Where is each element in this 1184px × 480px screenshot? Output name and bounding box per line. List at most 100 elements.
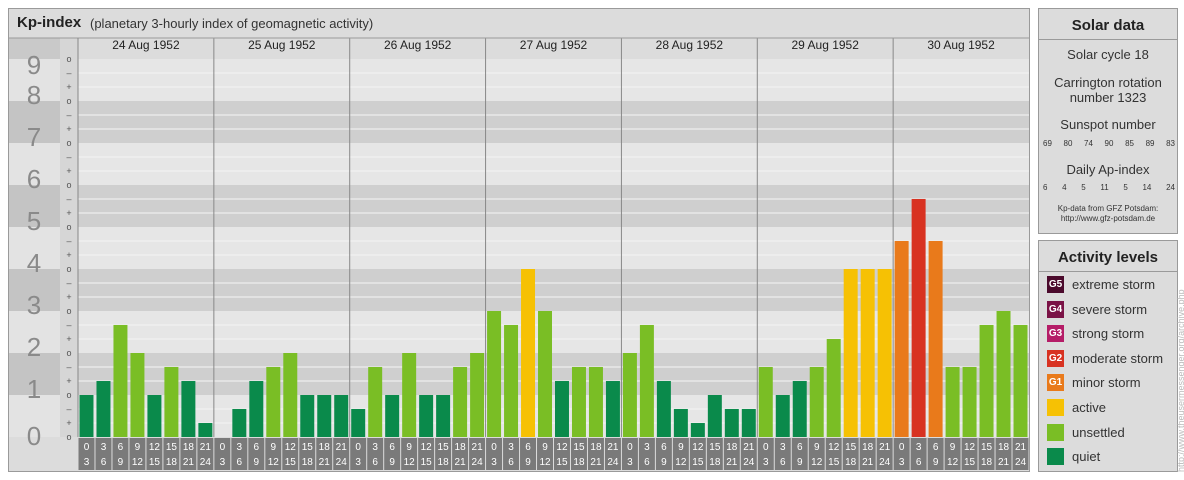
interval-start: 18 (726, 442, 738, 453)
interval-start: 12 (421, 442, 433, 453)
interval-start: 3 (101, 442, 107, 453)
kp-bar (979, 324, 994, 437)
kp-minor-label: + (66, 250, 71, 260)
interval-end: 18 (166, 457, 178, 468)
interval-end: 21 (998, 457, 1010, 468)
interval-start: 0 (763, 442, 769, 453)
kp-minor-label: – (66, 320, 71, 330)
level-unsettled: unsettled (1047, 423, 1125, 442)
interval-end: 12 (268, 457, 280, 468)
kp-bar (622, 353, 637, 437)
interval-start: 0 (899, 442, 905, 453)
interval-end: 6 (780, 457, 786, 468)
interval-end: 21 (319, 457, 331, 468)
interval-end: 24 (1015, 457, 1027, 468)
kp-bar (317, 395, 332, 437)
interval-start: 18 (998, 442, 1010, 453)
kp-bar (419, 395, 434, 437)
kp-bar (639, 324, 654, 437)
interval-start: 12 (964, 442, 976, 453)
kp-bar (962, 366, 977, 437)
level-swatch: G4 (1047, 300, 1064, 318)
kp-bar (911, 198, 926, 437)
interval-end: 15 (828, 457, 840, 468)
interval-end: 18 (709, 457, 721, 468)
level-label: minor storm (1072, 375, 1141, 391)
carrington-line-2: number 1323 (1069, 90, 1147, 105)
interval-end: 24 (879, 457, 891, 468)
kp-bar (470, 353, 485, 437)
level-moderate-storm: G2 moderate storm (1047, 349, 1163, 368)
interval-start: 12 (556, 442, 568, 453)
level-swatch: G2 (1047, 349, 1064, 367)
interval-start: 6 (933, 442, 939, 453)
interval-start: 3 (237, 442, 243, 453)
kp-bar (571, 366, 586, 437)
kp-bar (181, 381, 196, 437)
interval-start: 6 (797, 442, 803, 453)
solar-cycle: Solar cycle 18 (1067, 47, 1149, 62)
interval-start: 9 (135, 442, 141, 453)
kp-bar (860, 269, 875, 437)
kp-minor-label: o (66, 54, 71, 64)
level-swatch (1047, 399, 1064, 416)
kp-minor-label: o (66, 96, 71, 106)
interval-start: 21 (879, 442, 891, 453)
kp-minor-label: o (66, 306, 71, 316)
interval-end: 3 (627, 457, 633, 468)
solar-data-panel: Solar data Solar cycle 18 Carrington rot… (1038, 8, 1178, 234)
kp-minor-label: + (66, 292, 71, 302)
kp-bar (385, 395, 400, 437)
level-quiet: quiet (1047, 447, 1100, 466)
kp-minor-label: o (66, 138, 71, 148)
kp-bar (147, 395, 162, 437)
kp-minor-label: – (66, 152, 71, 162)
interval-end: 24 (607, 457, 619, 468)
kp-bar (334, 395, 349, 437)
kp-bar (300, 395, 315, 437)
interval-end: 6 (644, 457, 650, 468)
solar-data-title: Solar data (1071, 17, 1145, 34)
interval-start: 15 (166, 442, 178, 453)
kp-band (78, 185, 1029, 227)
kp-bar (758, 366, 773, 437)
ap-value-2: 4 (1062, 183, 1067, 192)
kp-minor-label: + (66, 418, 71, 428)
level-label: quiet (1072, 449, 1101, 465)
kp-bar (588, 366, 603, 437)
divider (1039, 271, 1177, 272)
interval-end: 21 (590, 457, 602, 468)
interval-start: 12 (828, 442, 840, 453)
kp-minor-label: o (66, 348, 71, 358)
interval-start: 9 (950, 442, 956, 453)
interval-end: 24 (336, 457, 348, 468)
interval-start: 21 (743, 442, 755, 453)
sunspot-value-4: 90 (1104, 139, 1114, 148)
interval-start: 21 (1015, 442, 1027, 453)
interval-start: 18 (455, 442, 467, 453)
interval-end: 12 (811, 457, 823, 468)
sunspot-value-7: 83 (1166, 139, 1175, 148)
kp-bar (673, 408, 688, 437)
day-label: 27 Aug 1952 (520, 38, 588, 52)
kp-bar (130, 353, 145, 437)
interval-end: 9 (254, 457, 260, 468)
interval-end: 3 (763, 457, 769, 468)
ap-value-6: 14 (1142, 183, 1152, 192)
ap-title: Daily Ap-index (1066, 162, 1150, 177)
kp-minor-label: o (66, 390, 71, 400)
interval-start: 0 (491, 442, 497, 453)
interval-end: 3 (355, 457, 361, 468)
kp-band (78, 59, 1029, 101)
kp-bar (487, 311, 502, 437)
source-link[interactable]: http://www.gfz-potsdam.de (1039, 214, 1177, 224)
interval-start: 15 (302, 442, 314, 453)
level-label: strong storm (1072, 326, 1145, 342)
kp-tick-label: 7 (27, 122, 41, 152)
kp-bar (249, 381, 264, 437)
kp-band (78, 101, 1029, 143)
day-label: 28 Aug 1952 (656, 38, 724, 52)
interval-end: 12 (404, 457, 416, 468)
day-label: 30 Aug 1952 (927, 38, 995, 52)
interval-end: 12 (539, 457, 551, 468)
